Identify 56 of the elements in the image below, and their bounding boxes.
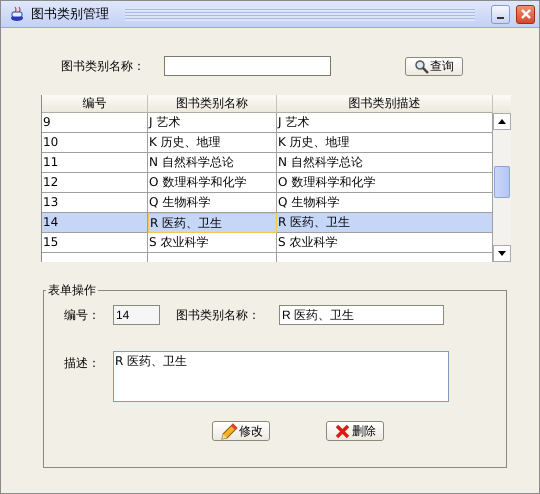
table-cell: R 医药、卫生 [277, 213, 493, 233]
table-cell: S 农业科学 [277, 233, 493, 253]
name-field[interactable]: R 医药、卫生 [279, 305, 444, 325]
coffee-cup-icon [9, 6, 25, 22]
table-cell: O 数理科学和化学 [277, 173, 493, 193]
scroll-up-button[interactable] [493, 113, 511, 130]
table-row[interactable]: 14 R 医药、卫生 R 医药、卫生 [42, 213, 493, 233]
table-cell: 9 [42, 113, 148, 133]
scrollbar[interactable] [493, 95, 511, 262]
name-label: 图书类别名称： [176, 306, 261, 324]
down-arrow-icon [497, 250, 507, 257]
column-header[interactable]: 图书类别名称 [148, 95, 277, 113]
table-cell: J 艺术 [277, 113, 493, 133]
table-cell: 14 [42, 213, 148, 233]
search-field[interactable] [164, 56, 331, 76]
scroll-down-button[interactable] [493, 245, 511, 262]
column-header[interactable]: 编号 [42, 95, 148, 113]
pencil-icon [219, 422, 238, 440]
table-cell: N 自然科学总论 [277, 153, 493, 173]
edit-button[interactable]: 修改 [212, 421, 270, 441]
table-cell: 11 [42, 153, 148, 173]
table-row[interactable]: 9 J 艺术 J 艺术 [42, 113, 493, 133]
id-field[interactable]: 14 [113, 305, 160, 325]
id-label: 编号： [64, 306, 101, 324]
group-title: 表单操作 [47, 282, 97, 299]
table-row[interactable]: 15 S 农业科学 S 农业科学 [42, 233, 493, 253]
table-row[interactable]: 12 O 数理科学和化学 O 数理科学和化学 [42, 173, 493, 193]
description-field[interactable]: R 医药、卫生 [113, 351, 449, 402]
table-cell: O 数理科学和化学 [148, 173, 277, 193]
table-cell: S 农业科学 [148, 233, 277, 253]
table-cell: 10 [42, 133, 148, 153]
table-cell: 15 [42, 233, 148, 253]
table-cell: J 艺术 [148, 113, 277, 133]
delete-button[interactable]: 删除 [326, 421, 384, 441]
search-label: 图书类别名称： [61, 58, 146, 74]
minimize-icon [497, 17, 504, 19]
up-arrow-icon [497, 118, 507, 125]
minimize-button[interactable] [491, 4, 510, 24]
description-label: 描述： [64, 355, 101, 372]
table-cell: N 自然科学总论 [148, 153, 277, 173]
table-cell: 12 [42, 173, 148, 193]
header-corner [493, 95, 511, 113]
scroll-thumb[interactable] [494, 166, 510, 198]
close-button[interactable] [516, 4, 535, 24]
table-cell: K 历史、地理 [277, 133, 493, 153]
table-cell: K 历史、地理 [148, 133, 277, 153]
column-header[interactable]: 图书类别描述 [277, 95, 493, 113]
table-cell: Q 生物科学 [148, 193, 277, 213]
search-icon [414, 58, 429, 74]
window-title: 图书类别管理 [31, 6, 109, 23]
search-button[interactable]: 查询 [405, 56, 463, 76]
table-cell: R 医药、卫生 [148, 213, 277, 233]
table-row[interactable]: 10 K 历史、地理 K 历史、地理 [42, 133, 493, 153]
close-icon [520, 8, 532, 20]
cross-icon [334, 422, 351, 440]
table-row[interactable]: 11 N 自然科学总论 N 自然科学总论 [42, 153, 493, 173]
